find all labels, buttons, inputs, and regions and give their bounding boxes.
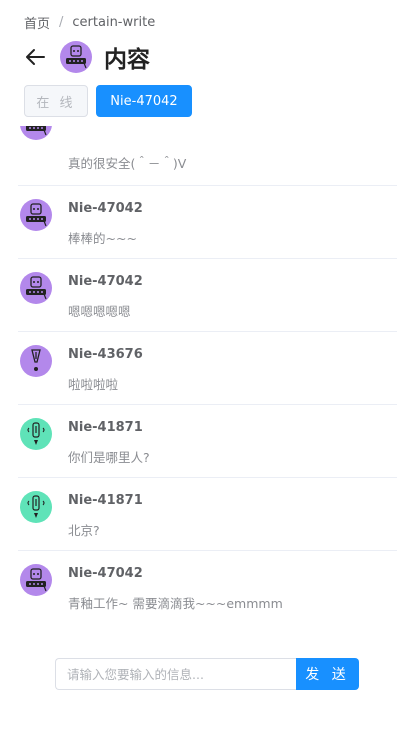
send-button[interactable]: 发 送 xyxy=(296,658,359,690)
message-author: Nie-41871 xyxy=(68,493,143,508)
message-list[interactable]: 真的很安全(＾－＾)V Nie-47042 棒棒的~~~ Nie-47042 嗯… xyxy=(18,126,397,618)
message-author: Nie-47042 xyxy=(68,566,143,581)
breadcrumb-separator: / xyxy=(59,15,64,30)
message-author: Nie-43676 xyxy=(68,347,143,362)
breadcrumb-home[interactable]: 首页 xyxy=(24,13,50,32)
breadcrumb-current: certain-write xyxy=(72,15,156,30)
message-author: Nie-41871 xyxy=(68,420,143,435)
arrow-left-icon[interactable] xyxy=(24,46,46,68)
avatar xyxy=(20,272,52,304)
avatar xyxy=(20,345,52,377)
breadcrumb: 首页 / certain-write xyxy=(24,13,155,32)
avatar xyxy=(20,564,52,596)
avatar xyxy=(20,491,52,523)
user-button[interactable]: Nie-47042 xyxy=(96,85,192,117)
message-text: 北京? xyxy=(68,523,100,538)
online-button[interactable]: 在 线 xyxy=(24,85,88,117)
message-text: 棒棒的~~~ xyxy=(68,231,137,246)
avatar xyxy=(60,41,92,73)
message-text: 你们是哪里人? xyxy=(68,450,150,465)
message-author: Nie-47042 xyxy=(68,274,143,289)
avatar xyxy=(20,126,52,140)
message-text: 真的很安全(＾－＾)V xyxy=(68,156,187,171)
list-item: Nie-47042 青釉工作~ 需要滴滴我~~~emmmm xyxy=(18,551,397,618)
message-author: Nie-47042 xyxy=(68,201,143,216)
list-item: Nie-43676 啦啦啦啦 xyxy=(18,332,397,405)
list-item: Nie-41871 北京? xyxy=(18,478,397,551)
list-item: Nie-47042 棒棒的~~~ xyxy=(18,186,397,259)
page-title: 内容 xyxy=(104,47,150,73)
message-text: 青釉工作~ 需要滴滴我~~~emmmm xyxy=(68,596,283,611)
message-text: 嗯嗯嗯嗯嗯 xyxy=(68,304,131,319)
list-item: Nie-47042 嗯嗯嗯嗯嗯 xyxy=(18,259,397,332)
avatar xyxy=(20,199,52,231)
list-item: 真的很安全(＾－＾)V xyxy=(18,126,397,186)
message-composer: 发 送 xyxy=(55,658,359,690)
list-item: Nie-41871 你们是哪里人? xyxy=(18,405,397,478)
avatar xyxy=(20,418,52,450)
status-buttons: 在 线 Nie-47042 xyxy=(24,85,192,117)
message-text: 啦啦啦啦 xyxy=(68,377,119,392)
page-header: 内容 xyxy=(24,40,150,74)
message-input[interactable] xyxy=(55,658,296,690)
